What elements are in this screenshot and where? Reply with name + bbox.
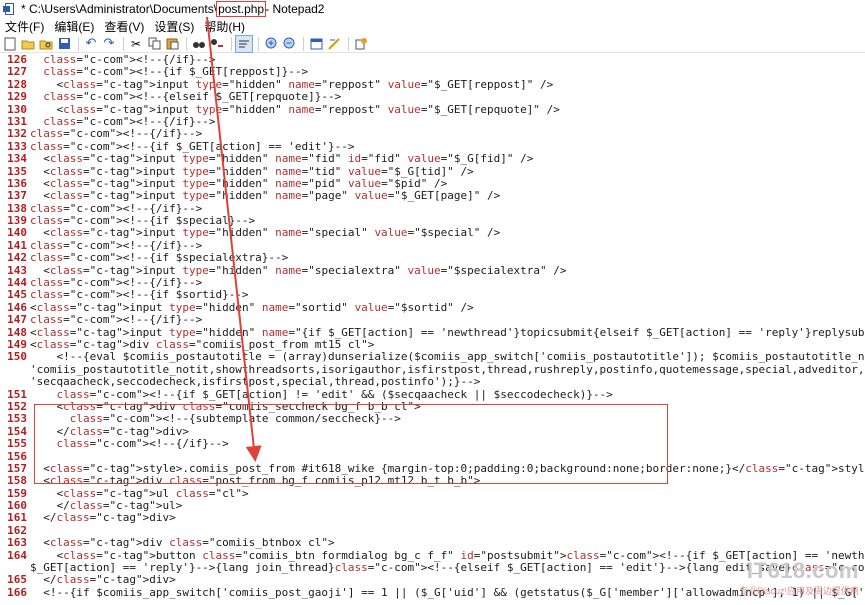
code-line[interactable]: 150 <!--{eval $comiis_postautotitle = (a… [0, 350, 865, 364]
line-code[interactable]: </class="c-tag">div> [30, 512, 175, 525]
line-number: 142 [7, 251, 27, 265]
code-line[interactable]: 147 class="c-com"><!--{/if}--> [0, 313, 865, 327]
code-line[interactable]: 'secqaacheck,seccodecheck,isfirstpost,sp… [0, 375, 865, 388]
toolbar-separator [258, 36, 259, 51]
line-number: 134 [7, 152, 27, 166]
find-icon[interactable] [191, 36, 207, 52]
menu-bar: 文件(F) 编辑(E) 查看(V) 设置(S) 帮助(H) [0, 18, 865, 34]
toolbar-separator [231, 36, 232, 51]
line-code[interactable]: <class="c-tag">div class="post_from bg_f… [30, 474, 480, 487]
code-line[interactable]: 129 class="c-com"><!--{elseif $_GET[repq… [0, 90, 865, 104]
customize-icon[interactable] [326, 36, 342, 52]
line-code[interactable]: <!--{eval $comiis_postautotitle = (array… [30, 350, 865, 363]
line-number: 147 [7, 313, 27, 327]
code-line[interactable]: 165 </class="c-tag">div> [0, 573, 865, 587]
browse-icon[interactable] [38, 36, 54, 52]
toolbar-separator [78, 36, 79, 51]
undo-icon[interactable]: ↶ [83, 36, 99, 52]
line-code[interactable]: <class="c-tag">input type="hidden" name=… [30, 227, 500, 240]
code-line[interactable]: 140 <class="c-tag">input type="hidden" n… [0, 226, 865, 240]
line-code[interactable]: class="c-com"><!--{/if}--> [30, 437, 229, 450]
code-line[interactable]: 134 <class="c-tag">input type="hidden" n… [0, 152, 865, 166]
save-icon[interactable] [56, 36, 72, 52]
zoom-in-icon[interactable] [263, 36, 279, 52]
code-line[interactable]: 145 class="c-com"><!--{if $sortid}--> [0, 288, 865, 302]
notepad2-app-icon[interactable] [3, 2, 17, 16]
line-number: 132 [7, 127, 27, 141]
line-code[interactable]: </class="c-tag">div> [30, 573, 175, 586]
menu-view[interactable]: 查看(V) [99, 18, 149, 35]
replace-icon[interactable] [209, 36, 225, 52]
code-editor[interactable]: 126 class="c-com"><!--{/if}--> 127 class=… [0, 54, 865, 605]
menu-edit[interactable]: 编辑(E) [49, 18, 99, 35]
title-bar: * C:\Users\Administrator\Documents\ post.… [0, 0, 865, 18]
code-line[interactable]: 158 <class="c-tag">div class="post_from … [0, 474, 865, 488]
window-title-appname: - Notepad2 [265, 2, 325, 16]
line-number: 161 [7, 511, 27, 525]
toolbar-separator [186, 36, 187, 51]
line-number: 127 [7, 65, 27, 79]
new-icon[interactable] [2, 36, 18, 52]
scheme-icon[interactable] [308, 36, 324, 52]
code-line[interactable]: 155 class="c-com"><!--{/if}--> [0, 437, 865, 451]
line-number: 165 [7, 573, 27, 587]
line-code[interactable]: <class="c-tag">input type="hidden" name=… [30, 189, 500, 202]
toolbar-separator [348, 36, 349, 51]
copy-icon[interactable] [146, 36, 162, 52]
zoom-out-icon[interactable] [281, 36, 297, 52]
toolbar: ↶ ↷ ✂ [0, 34, 865, 53]
menu-file[interactable]: 文件(F) [0, 18, 49, 35]
window-title-path: * C:\Users\Administrator\Documents\ [21, 2, 218, 16]
code-line[interactable]: 163 <class="c-tag">div class="comiis_btn… [0, 536, 865, 550]
watermark-brand: IT618.com [746, 558, 859, 583]
toolbar-separator [123, 36, 124, 51]
redo-icon[interactable]: ↷ [101, 36, 117, 52]
watermark-tagline: 专业Discuz!应用及周边提供商 [739, 586, 859, 596]
watermark: IT618.com 专业Discuz!应用及周边提供商 [739, 558, 859, 597]
code-line[interactable]: 132 class="c-com"><!--{/if}--> [0, 127, 865, 141]
line-number: 137 [7, 189, 27, 203]
open-icon[interactable] [20, 36, 36, 52]
window-title-filename: post.php [216, 1, 267, 17]
code-line[interactable]: 161 </class="c-tag">div> [0, 511, 865, 525]
wordwrap-icon[interactable] [235, 34, 253, 53]
line-number: 164 [7, 548, 27, 562]
paste-icon[interactable] [164, 36, 180, 52]
menu-settings[interactable]: 设置(S) [149, 18, 199, 35]
code-line[interactable]: 153 class="c-com"><!--{subtemplate commo… [0, 412, 865, 426]
settings-icon[interactable] [353, 36, 369, 52]
cut-icon[interactable]: ✂ [128, 36, 144, 52]
line-number: 150 [7, 350, 27, 364]
line-number: 145 [7, 288, 27, 302]
line-code[interactable]: 'secqaacheck,seccodecheck,isfirstpost,sp… [30, 375, 480, 388]
code-line[interactable]: 166 <!--{if $comiis_app_switch['comiis_p… [0, 585, 865, 599]
line-number: 129 [7, 90, 27, 104]
line-number: 163 [7, 536, 27, 550]
code-line[interactable]: 137 <class="c-tag">input type="hidden" n… [0, 189, 865, 203]
line-number: 166 [7, 585, 27, 599]
code-line[interactable]: 127 class="c-com"><!--{if $_GET[reppost]… [0, 65, 865, 79]
line-number: 155 [7, 437, 27, 451]
line-number: 158 [7, 474, 27, 488]
line-number: 153 [7, 412, 27, 426]
line-number: 140 [7, 226, 27, 240]
menu-help[interactable]: 帮助(H) [199, 18, 250, 35]
toolbar-separator [303, 36, 304, 51]
